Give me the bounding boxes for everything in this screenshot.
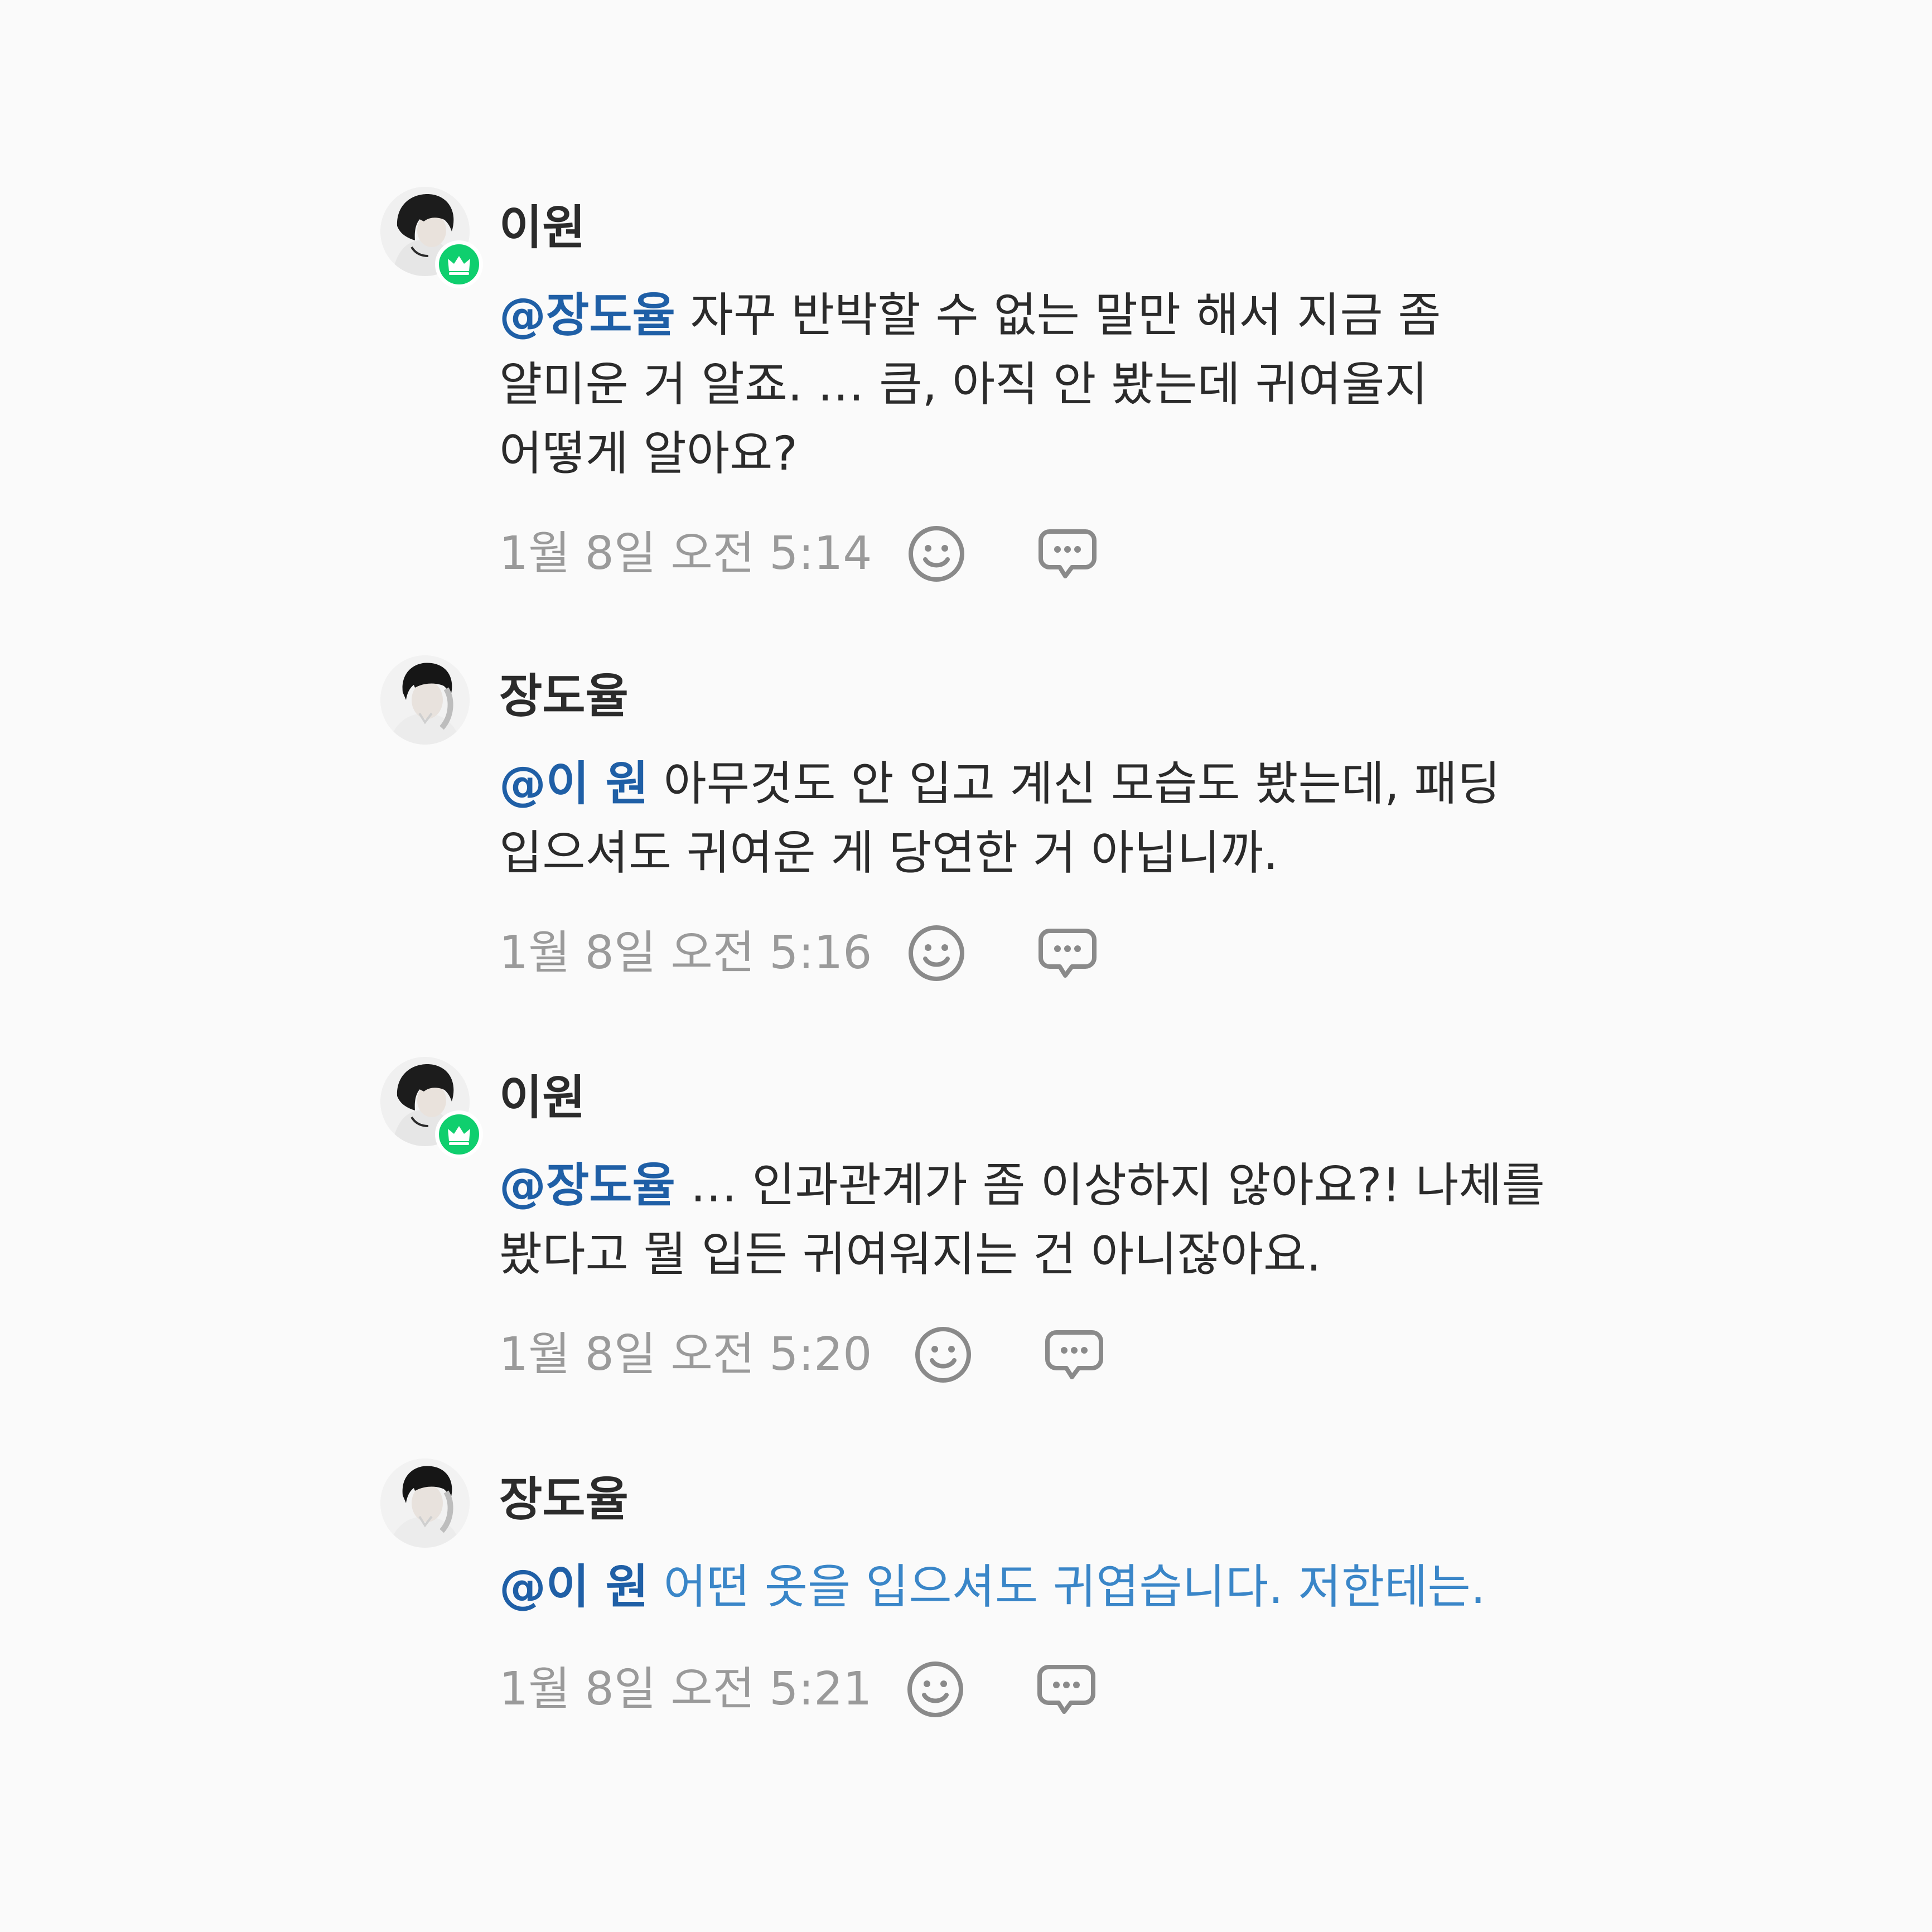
comment-feed: 이원 @장도율 자꾸 반박할 수 없는 말만 해서 지금 좀 얄미운 거 알죠.… xyxy=(0,0,1932,1932)
mention-link[interactable]: @이 원 xyxy=(499,1559,649,1614)
reply-button[interactable] xyxy=(1044,1325,1104,1385)
crown-icon xyxy=(448,256,470,275)
mention-link[interactable]: @장도율 xyxy=(499,1158,675,1213)
comment-meta: 1월 8일 오전 5:14 xyxy=(499,520,1168,587)
smiley-icon xyxy=(907,1661,963,1717)
comment-body: @장도율 … 인과관계가 좀 이상하지 않아요?! 나체를 봤다고 뭘 입든 귀… xyxy=(499,1151,1548,1289)
speech-bubble-icon xyxy=(1039,929,1097,978)
react-button[interactable] xyxy=(913,1325,973,1385)
avatar[interactable] xyxy=(380,1458,470,1548)
avatar[interactable] xyxy=(380,655,470,745)
comment-body: @이 원 어떤 옷을 입으셔도 귀엽습니다. 저한테는. xyxy=(499,1552,1548,1621)
author-name[interactable]: 장도율 xyxy=(499,1469,629,1530)
crown-badge xyxy=(435,240,483,288)
timestamp: 1월 8일 오전 5:16 xyxy=(499,926,872,979)
comment-meta: 1월 8일 오전 5:20 xyxy=(499,1321,1168,1388)
author-name[interactable]: 장도율 xyxy=(499,665,629,727)
comment-text: 아무것도 안 입고 계신 모습도 봤는데, 패딩 입으셔도 귀여운 게 당연한 … xyxy=(499,756,1501,880)
speech-bubble-icon xyxy=(1045,1330,1103,1379)
react-button[interactable] xyxy=(906,923,967,983)
react-button[interactable] xyxy=(906,524,967,584)
comment-body: @이 원 아무것도 안 입고 계신 모습도 봤는데, 패딩 입으셔도 귀여운 게… xyxy=(499,749,1548,887)
mention-link[interactable]: @장도율 xyxy=(499,288,675,342)
smiley-icon xyxy=(915,1327,971,1383)
smiley-icon xyxy=(909,925,964,981)
author-name[interactable]: 이원 xyxy=(499,197,586,258)
comment-text: 어떤 옷을 입으셔도 귀엽습니다. 저한테는. xyxy=(648,1559,1486,1614)
timestamp: 1월 8일 오전 5:21 xyxy=(499,1663,872,1716)
author-name[interactable]: 이원 xyxy=(499,1067,586,1128)
smiley-icon xyxy=(909,526,964,582)
comment-body: @장도율 자꾸 반박할 수 없는 말만 해서 지금 좀 얄미운 거 알죠. … … xyxy=(499,281,1548,488)
timestamp: 1월 8일 오전 5:14 xyxy=(499,527,872,580)
crown-badge xyxy=(435,1110,483,1158)
comment-meta: 1월 8일 오전 5:16 xyxy=(499,920,1168,987)
speech-bubble-icon xyxy=(1037,1665,1095,1714)
reply-button[interactable] xyxy=(1036,1659,1097,1720)
reply-button[interactable] xyxy=(1037,524,1098,584)
react-button[interactable] xyxy=(905,1659,965,1720)
crown-icon xyxy=(448,1126,470,1145)
timestamp: 1월 8일 오전 5:20 xyxy=(499,1328,872,1381)
speech-bubble-icon xyxy=(1039,529,1097,578)
comment-meta: 1월 8일 오전 5:21 xyxy=(499,1656,1168,1723)
mention-link[interactable]: @이 원 xyxy=(499,756,649,811)
reply-button[interactable] xyxy=(1037,923,1098,983)
